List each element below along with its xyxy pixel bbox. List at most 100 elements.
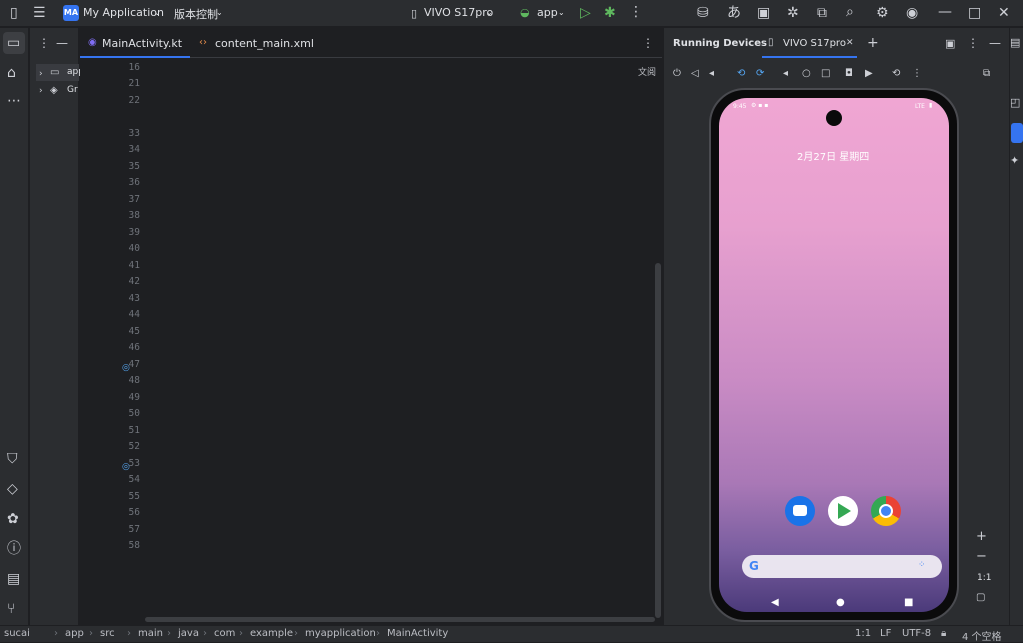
zoom-fit-screen-icon[interactable]: ▢ (976, 591, 985, 605)
breadcrumb-item[interactable]: main (138, 628, 163, 639)
zoom-in-icon[interactable]: + (976, 530, 987, 544)
screen-record-icon[interactable]: ▶ (865, 67, 873, 81)
chevron-down-icon[interactable]: ⌄ (558, 8, 565, 17)
hide-panel-icon[interactable]: — (989, 36, 1001, 50)
rotate-left-icon[interactable]: ⟲ (737, 67, 745, 81)
vcs-menu[interactable]: 版本控制 (174, 6, 218, 22)
chrome-app-icon[interactable] (871, 496, 901, 526)
more-options-icon[interactable]: ⋮ (38, 36, 50, 50)
maximize-icon[interactable]: □ (968, 6, 981, 20)
account-icon[interactable]: ◉ (906, 6, 918, 20)
file-encoding[interactable]: UTF-8 (902, 628, 931, 639)
caret-position[interactable]: 1:1 (855, 628, 871, 639)
assistant-icon[interactable]: ⁘ (918, 560, 926, 570)
breadcrumb-item[interactable]: myapplication (305, 628, 376, 639)
more-tools-icon[interactable]: ⋯ (7, 94, 21, 108)
logcat-icon[interactable]: ✿ (7, 512, 19, 526)
zoom-fit-icon[interactable]: ⧉ (983, 67, 990, 81)
close-icon[interactable]: ✕ (846, 38, 854, 48)
git-icon[interactable]: ⑂ (7, 602, 15, 616)
gem-icon[interactable]: ◇ (7, 482, 18, 496)
chevron-down-icon[interactable]: ⌄ (486, 8, 493, 17)
add-device-icon[interactable]: + (867, 36, 879, 50)
tab-content-main[interactable]: ‹› content_main.xml (193, 28, 318, 58)
chevron-right-icon[interactable]: › (39, 84, 43, 98)
vertical-scrollbar[interactable] (655, 263, 661, 618)
terminal-icon[interactable]: ▤ (7, 572, 20, 586)
bug-icon[interactable]: ✲ (787, 6, 799, 20)
volume-down-icon[interactable]: ◂ (709, 67, 714, 81)
nav-back-icon[interactable]: ◀ (771, 596, 779, 610)
breadcrumb-item[interactable]: com (214, 628, 235, 639)
profiler-icon[interactable]: ⛁ (697, 6, 709, 20)
breadcrumb-item[interactable]: src (100, 628, 115, 639)
breadcrumb-item[interactable]: app (65, 628, 84, 639)
build-icon[interactable]: ⛉ (7, 452, 18, 466)
gutter-override-icon[interactable]: ◎ (122, 363, 130, 373)
chevron-down-icon[interactable]: ⌄ (216, 8, 223, 17)
project-badge[interactable]: MA (63, 5, 79, 21)
project-name[interactable]: My Application (83, 6, 164, 19)
nav-home-icon[interactable]: ● (836, 596, 845, 610)
sidebar-toggle-icon[interactable]: ▯ (10, 6, 18, 20)
device-selector[interactable]: VIVO S17pro (424, 6, 493, 19)
main-menu-icon[interactable]: ☰ (33, 6, 46, 20)
messages-app-icon[interactable] (785, 496, 815, 526)
nav-recents-icon[interactable]: ■ (904, 596, 913, 610)
translate-icon[interactable]: あ (727, 6, 741, 20)
folder-icon[interactable]: ▭ (7, 36, 20, 50)
overview-icon[interactable]: □ (821, 67, 830, 81)
run-config-selector[interactable]: app (537, 6, 558, 19)
back-icon[interactable]: ◂ (783, 67, 788, 81)
google-search-bar[interactable]: G ⁘ (742, 555, 942, 578)
more-options-icon[interactable]: ⋮ (967, 36, 979, 50)
search-icon[interactable]: ⌕ (846, 5, 854, 19)
assistant-tool-icon[interactable]: ✦ (1010, 154, 1019, 168)
notifications-icon[interactable]: ▤ (1010, 36, 1020, 50)
android-icon[interactable]: ◒ (520, 6, 530, 20)
indent-setting[interactable]: 4 个空格 (962, 628, 1002, 643)
device-screen[interactable]: 9:45 ⚙ ▪ ▪ LTE ▮ 2月27日 星期四 G ⁘ ◀ ● ■ (719, 98, 949, 612)
problems-icon[interactable]: ⓘ (7, 542, 21, 556)
more-actions-icon[interactable]: ⋮ (629, 5, 643, 19)
device-icon[interactable]: ▯ (411, 7, 417, 21)
breadcrumb-item[interactable]: sucai (4, 628, 30, 639)
running-devices-tool-button[interactable] (1011, 123, 1023, 143)
power-icon[interactable]: ⏻ (673, 67, 681, 81)
reader-mode-toggle[interactable]: 文阅 (638, 65, 656, 78)
settings-gear-icon[interactable]: ⚙ (876, 6, 889, 20)
hide-panel-icon[interactable]: — (56, 36, 68, 50)
run-icon[interactable]: ▷ (580, 6, 591, 20)
more-tabs-icon[interactable]: ⋮ (642, 36, 654, 50)
window-layout-icon[interactable]: ▣ (945, 37, 955, 51)
tree-item-gradle-label[interactable]: Gr (67, 85, 78, 95)
device-manager-icon[interactable]: ⧉ (817, 6, 827, 20)
zoom-actual-size[interactable]: 1:1 (977, 573, 991, 583)
lock-icon[interactable]: 🔒︎ (941, 628, 946, 639)
play-store-app-icon[interactable] (828, 496, 858, 526)
tab-mainactivity[interactable]: ◉ MainActivity.kt (80, 28, 190, 58)
zoom-out-icon[interactable]: − (976, 550, 987, 564)
snapshot-icon[interactable]: ⟲ (892, 67, 900, 81)
close-icon[interactable]: ✕ (998, 6, 1010, 20)
screenshot-icon[interactable]: ◘ (845, 67, 853, 81)
horizontal-scrollbar[interactable] (145, 617, 655, 622)
resource-manager-icon[interactable]: ⌂ (7, 66, 16, 80)
volume-up-icon[interactable]: ◁ (691, 67, 699, 81)
breadcrumb-item[interactable]: example (250, 628, 293, 639)
gutter-override-icon[interactable]: ◎ (122, 462, 130, 472)
breadcrumb-item[interactable]: MainActivity (387, 628, 448, 639)
chevron-down-icon[interactable]: ⌄ (154, 8, 161, 17)
date-widget[interactable]: 2月27日 星期四 (797, 148, 869, 163)
layout-inspector-icon[interactable]: ▣ (757, 6, 770, 20)
debug-icon[interactable]: ✱ (604, 6, 616, 20)
home-icon[interactable]: ○ (802, 67, 811, 81)
minimize-icon[interactable]: — (938, 5, 952, 19)
rotate-right-icon[interactable]: ⟳ (756, 67, 764, 81)
gradle-tool-icon[interactable]: ◰ (1010, 96, 1020, 110)
extended-controls-icon[interactable]: ⋮ (912, 67, 922, 81)
device-tab[interactable]: ▯ VIVO S17pro ✕ (762, 28, 857, 58)
line-separator[interactable]: LF (880, 628, 891, 639)
chevron-right-icon[interactable]: › (39, 67, 43, 81)
breadcrumb-item[interactable]: java (178, 628, 199, 639)
